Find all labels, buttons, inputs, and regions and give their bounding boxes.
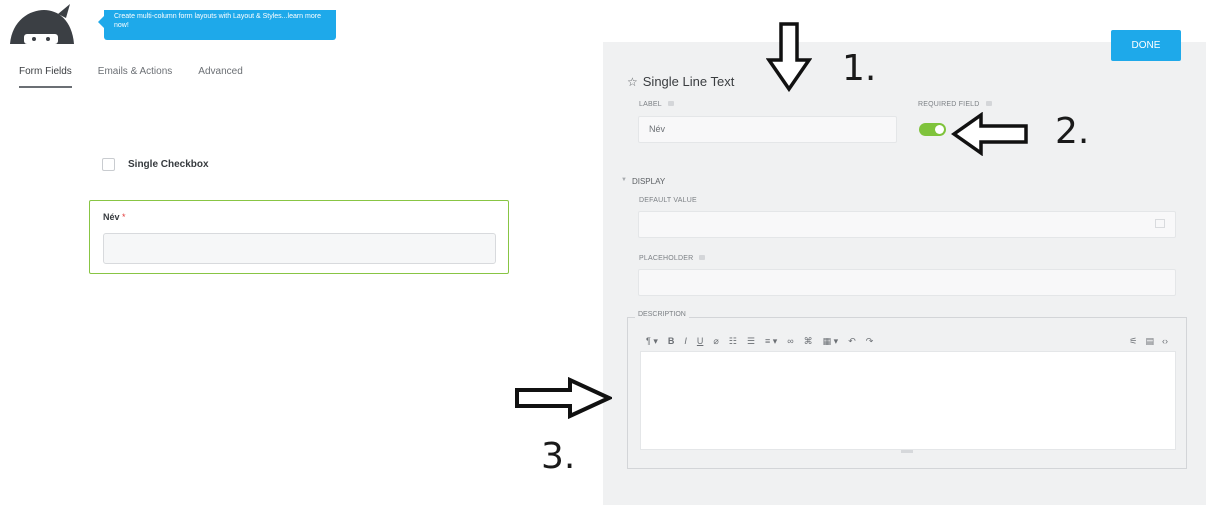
toggle-knob (935, 125, 944, 134)
placeholder-input[interactable] (638, 269, 1176, 296)
default-value-input[interactable] (638, 211, 1176, 238)
promo-banner[interactable]: Create multi-column form layouts with La… (98, 10, 336, 40)
description-editor[interactable] (640, 351, 1176, 450)
merge-tags-icon[interactable] (1155, 219, 1165, 228)
field-type-title: Single Line Text (642, 74, 735, 89)
ordered-list-icon[interactable]: ☷ (729, 336, 737, 347)
paragraph-icon[interactable]: ¶ ▾ (646, 336, 658, 347)
required-caption: REQUIRED FIELD (918, 101, 992, 108)
collapse-triangle-icon: ▼ (621, 177, 627, 183)
star-icon[interactable]: ☆ (627, 75, 638, 89)
label-input[interactable]: Név (638, 116, 897, 143)
help-icon[interactable] (667, 101, 674, 106)
tab-advanced[interactable]: Advanced (198, 66, 242, 88)
field-label-text: Név (103, 212, 120, 222)
selected-field-card[interactable]: Név * (89, 200, 509, 274)
checkbox-label: Single Checkbox (128, 159, 209, 170)
tab-form-fields[interactable]: Form Fields (19, 66, 72, 88)
display-section-title: DISPLAY (631, 177, 666, 186)
required-field-toggle[interactable] (919, 123, 946, 136)
description-caption: DESCRIPTION (635, 311, 689, 318)
annotation-3: 3. (541, 436, 576, 477)
redo-icon[interactable]: ↷ (866, 336, 874, 347)
field-input-preview[interactable] (103, 233, 496, 264)
table-icon[interactable]: ▦ ▾ (823, 336, 839, 347)
ninja-logo-icon (10, 4, 74, 44)
media-icon[interactable]: ⚟ (1129, 336, 1137, 347)
unordered-list-icon[interactable]: ☰ (747, 336, 755, 347)
italic-icon[interactable]: I (684, 336, 687, 346)
display-section-header[interactable]: ▼ DISPLAY (621, 177, 665, 186)
help-icon[interactable] (985, 101, 992, 106)
label-caption-text: LABEL (639, 101, 662, 108)
done-button[interactable]: DONE (1111, 30, 1181, 61)
link-icon[interactable]: ∞ (787, 336, 793, 346)
single-checkbox-field[interactable]: Single Checkbox (102, 158, 209, 171)
toolbar-right-group: ⚟ ▤ ‹› (1129, 336, 1176, 347)
align-icon[interactable]: ≡ ▾ (765, 336, 777, 347)
placeholder-caption: PLACEHOLDER (639, 255, 706, 262)
unlink-icon[interactable]: ⌘ (804, 336, 813, 347)
required-star: * (122, 212, 126, 222)
annotation-2: 2. (1055, 111, 1090, 152)
undo-icon[interactable]: ↶ (848, 336, 856, 347)
checkbox[interactable] (102, 158, 115, 171)
eraser-icon[interactable]: ⌀ (713, 336, 718, 347)
builder-tabs: Form Fields Emails & Actions Advanced (19, 66, 243, 88)
form-builder-canvas: Create multi-column form layouts with La… (0, 0, 603, 505)
drawer-title: ☆ Single Line Text (627, 74, 734, 89)
required-caption-text: REQUIRED FIELD (918, 101, 980, 108)
arrow-right-icon (515, 377, 612, 419)
annotation-1: 1. (842, 48, 877, 89)
bold-icon[interactable]: B (668, 336, 675, 346)
tab-emails-actions[interactable]: Emails & Actions (98, 66, 172, 88)
underline-icon[interactable]: U (697, 336, 704, 346)
default-value-caption: DEFAULT VALUE (639, 197, 697, 204)
html-icon[interactable]: ‹› (1162, 336, 1168, 347)
placeholder-caption-text: PLACEHOLDER (639, 255, 694, 262)
arrow-left-icon (951, 112, 1028, 156)
code-view-icon[interactable]: ▤ (1145, 336, 1154, 347)
field-label: Név * (103, 212, 126, 222)
arrow-down-icon (766, 22, 812, 92)
resize-grip[interactable] (901, 450, 913, 453)
rich-text-toolbar: ¶ ▾ B I U ⌀ ☷ ☰ ≡ ▾ ∞ ⌘ ▦ ▾ ↶ ↷ ⚟ ▤ ‹› (640, 332, 1176, 350)
help-icon[interactable] (699, 255, 706, 260)
label-caption: LABEL (639, 101, 674, 108)
